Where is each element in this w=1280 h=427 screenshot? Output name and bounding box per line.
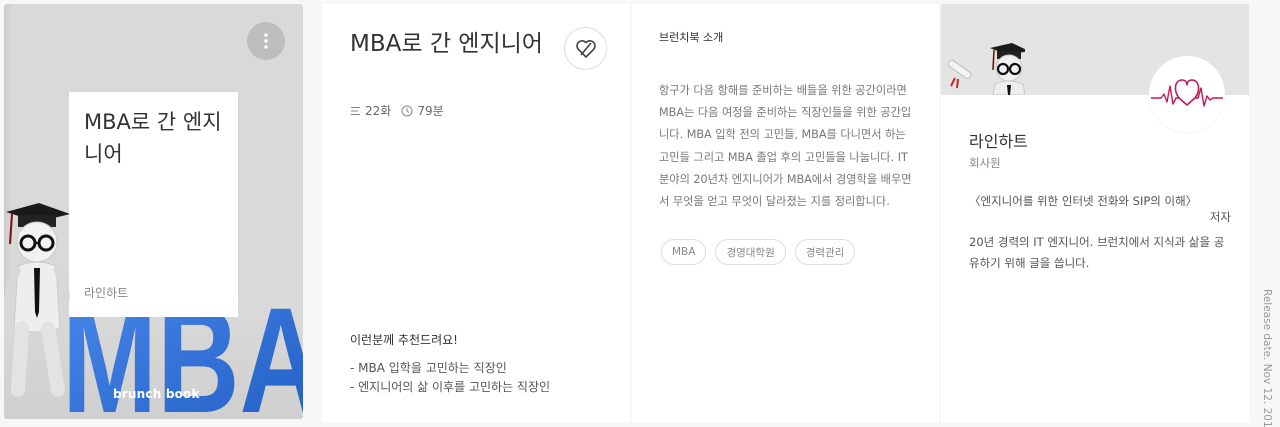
tag-business-school[interactable]: 경영대학원: [715, 239, 786, 265]
author-book: 〈엔지니어를 위한 인터넷 전화와 SIP의 이해〉 저자: [969, 193, 1231, 225]
brunch-book-brand: brunch book: [113, 387, 200, 401]
graduate-diploma-illustration: [947, 43, 1025, 95]
author-description: 20년 경력의 IT 엔지니어. 브런치에서 지식과 삶을 공유하기 위해 글을…: [969, 235, 1225, 270]
clock-icon: [401, 105, 413, 116]
book-info-panel: MBA로 간 엔지니어 22화 79분 이런분께 추천드려요! - MBA 입학…: [322, 4, 630, 423]
intro-label: 브런치북 소개: [659, 31, 724, 44]
tag-mba[interactable]: MBA: [661, 239, 707, 265]
episodes-count: 22화: [350, 102, 391, 119]
recommend-item: - MBA 입학을 고민하는 직장인: [350, 361, 507, 375]
more-options-button[interactable]: [247, 22, 285, 60]
tag-career-management[interactable]: 경력관리: [794, 239, 856, 265]
more-vertical-icon: [264, 33, 268, 49]
heartbeat-icon: [1151, 79, 1223, 107]
author-name[interactable]: 라인하트: [969, 128, 1028, 152]
author-book-title: 〈엔지니어를 위한 인터넷 전화와 SIP의 이해〉: [969, 194, 1198, 208]
tag-list: MBA 경영대학원 경력관리: [661, 239, 864, 265]
heart-slash-icon: [575, 39, 596, 58]
book-intro-panel: 브런치북 소개 항구가 다음 항해를 준비하는 배들을 위한 공간이라면 MBA…: [632, 4, 939, 423]
recommend-item: - 엔지니어의 삶 이후를 고민하는 직장인: [350, 380, 551, 394]
book-cover[interactable]: MBA MBA로 간 엔지니어 라인하트 brunch book: [4, 4, 303, 419]
author-role: 회사원: [969, 156, 1001, 170]
cover-author: 라인하트: [84, 286, 129, 300]
release-date: Release date. Nov 12. 2019: [1261, 289, 1273, 427]
read-time: 79분: [401, 102, 444, 119]
author-book-writer-suffix: 저자: [1209, 210, 1231, 224]
episodes-icon: [351, 106, 360, 115]
recommend-title: 이런분께 추천드려요!: [350, 333, 458, 347]
episodes-label: 22화: [365, 104, 392, 118]
book-meta: 22화 79분: [350, 102, 454, 119]
read-time-label: 79분: [417, 104, 444, 118]
book-title: MBA로 간 엔지니어: [350, 31, 543, 57]
recommend-list: - MBA 입학을 고민하는 직장인 - 엔지니어의 삶 이후를 고민하는 직장…: [350, 359, 550, 397]
like-button[interactable]: [564, 27, 607, 70]
cover-title: MBA로 간 엔지니어: [84, 110, 222, 166]
intro-text: 항구가 다음 항해를 준비하는 배들을 위한 공간이라면 MBA는 다음 여정을…: [659, 84, 912, 209]
graduate-figure-illustration: [4, 203, 70, 397]
author-avatar[interactable]: [1149, 56, 1225, 132]
release-date-container: Release date. Nov 12. 2019: [1256, 289, 1276, 427]
author-panel: 라인하트 회사원 〈엔지니어를 위한 인터넷 전화와 SIP의 이해〉 저자 2…: [941, 4, 1249, 423]
cover-title-card: MBA로 간 엔지니어 라인하트: [69, 92, 238, 317]
